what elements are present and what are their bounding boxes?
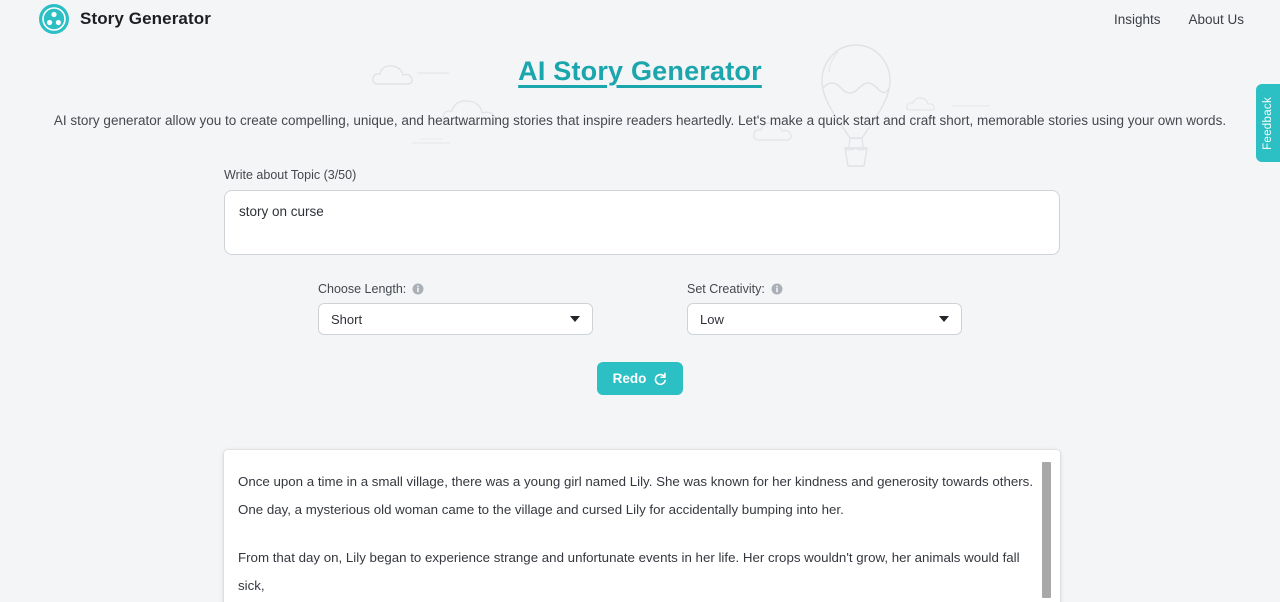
refresh-icon bbox=[655, 372, 667, 385]
page-root: Story Generator Insights About Us AI Sto… bbox=[0, 0, 1280, 602]
info-icon[interactable] bbox=[412, 283, 424, 295]
feedback-tab[interactable]: Feedback bbox=[1256, 84, 1280, 162]
nav-link-about-us[interactable]: About Us bbox=[1188, 12, 1244, 27]
length-label: Choose Length: bbox=[318, 282, 407, 296]
creativity-label: Set Creativity: bbox=[687, 282, 765, 296]
page-subtitle: AI story generator allow you to create c… bbox=[53, 113, 1227, 128]
chevron-down-icon bbox=[939, 316, 949, 322]
scrollbar-thumb[interactable] bbox=[1042, 462, 1051, 598]
creativity-group: Set Creativity: Low bbox=[687, 282, 962, 335]
creativity-value: Low bbox=[700, 311, 724, 327]
topic-input[interactable] bbox=[224, 190, 1060, 255]
info-icon[interactable] bbox=[771, 283, 783, 295]
chevron-down-icon bbox=[570, 316, 580, 322]
story-paragraph: Once upon a time in a small village, the… bbox=[238, 474, 1034, 489]
topic-form: Write about Topic (3/50) bbox=[224, 168, 1060, 260]
feedback-tab-label: Feedback bbox=[1262, 96, 1274, 150]
story-paragraph: One day, a mysterious old woman came to … bbox=[238, 502, 844, 517]
redo-button[interactable]: Redo bbox=[596, 362, 684, 395]
page-title: AI Story Generator bbox=[518, 56, 762, 86]
redo-row: Redo bbox=[0, 362, 1280, 395]
options-row: Choose Length: Short Set Creativity: Low bbox=[318, 282, 1118, 335]
nav-link-insights[interactable]: Insights bbox=[1114, 12, 1161, 27]
redo-button-label: Redo bbox=[612, 371, 647, 386]
main-nav: Insights About Us bbox=[1114, 12, 1244, 27]
story-output-panel: Once upon a time in a small village, the… bbox=[224, 450, 1060, 602]
cloud-icon bbox=[412, 138, 450, 144]
creativity-select[interactable]: Low bbox=[687, 303, 962, 335]
length-value: Short bbox=[331, 311, 363, 327]
length-select[interactable]: Short bbox=[318, 303, 593, 335]
length-label-row: Choose Length: bbox=[318, 282, 593, 296]
circle-three-dots-logo-icon bbox=[39, 4, 69, 34]
site-header: Story Generator Insights About Us bbox=[0, 0, 1280, 38]
brand-name: Story Generator bbox=[80, 9, 211, 28]
brand[interactable]: Story Generator bbox=[38, 3, 211, 35]
hero-section: AI Story Generator AI story generator al… bbox=[0, 56, 1280, 131]
creativity-label-row: Set Creativity: bbox=[687, 282, 962, 296]
length-group: Choose Length: Short bbox=[318, 282, 593, 335]
topic-label: Write about Topic (3/50) bbox=[224, 168, 357, 182]
story-paragraph: From that day on, Lily began to experien… bbox=[238, 550, 1020, 593]
